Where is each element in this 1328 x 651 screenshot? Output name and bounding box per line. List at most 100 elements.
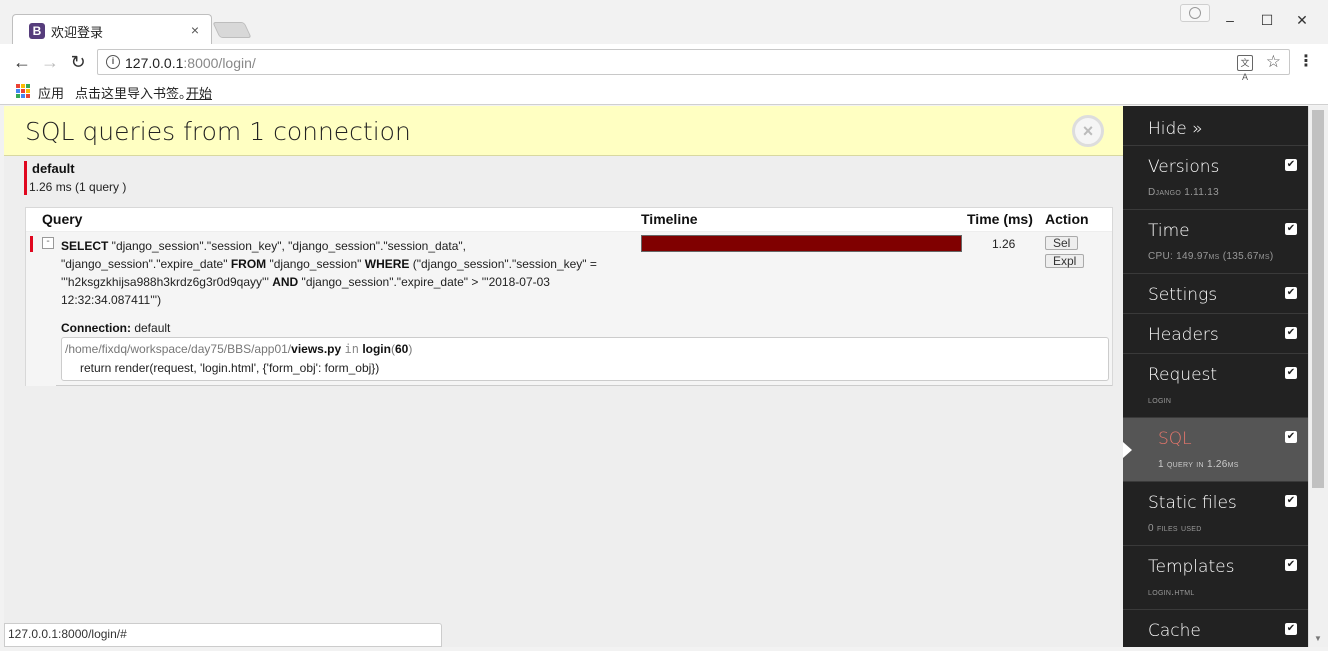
window-close-icon[interactable]: ✕ (1292, 10, 1312, 30)
import-start-link[interactable]: 开始 (186, 83, 212, 102)
table-row: - SELECT "django_session"."session_key",… (26, 232, 1112, 386)
panel-link-templates[interactable]: Templates login.html ✔ (1123, 546, 1308, 610)
panel-link-title: Time (1148, 221, 1190, 241)
panel-link-title: Settings (1148, 285, 1218, 305)
connection-alias: default (32, 161, 75, 176)
bookmark-star-icon[interactable]: ☆ (1266, 52, 1281, 72)
connection-label-key: Connection: (61, 321, 131, 335)
address-bar[interactable]: i 127.0.0.1:8000/login/ 文A ☆ (97, 49, 1290, 82)
sql-query-text[interactable]: SELECT "django_session"."session_key", "… (61, 237, 631, 309)
browser-menu-icon[interactable]: ⋮ (1298, 52, 1314, 72)
scrollbar-thumb[interactable] (1312, 110, 1324, 488)
panel-header: SQL queries from 1 connection × (4, 106, 1123, 156)
page-scrollbar[interactable]: ▼ (1308, 106, 1328, 647)
panel-link-cache[interactable]: Cache ✔ (1123, 610, 1308, 647)
profile-button[interactable] (1180, 4, 1210, 22)
column-time: Time (ms) (967, 211, 1033, 227)
sql-keyword: FROM (230, 257, 267, 271)
maximize-icon[interactable]: ☐ (1257, 10, 1277, 30)
import-bookmarks-text: 点击这里导入书签。 (75, 87, 193, 102)
panel-link-title: Headers (1148, 325, 1219, 345)
connection-stats: 1.26 ms (1 query ) (29, 180, 127, 194)
column-timeline: Timeline (641, 211, 698, 227)
panel-link-subtitle: CPU: 149.97ms (135.67ms) (1148, 251, 1274, 262)
status-bar-url: 127.0.0.1:8000/login/# (4, 623, 442, 647)
row-divider (56, 385, 1112, 386)
panel-link-title: SQL (1158, 429, 1192, 449)
browser-toolbar: ← → ↻ i 127.0.0.1:8000/login/ 文A ☆ ⋮ (0, 44, 1328, 82)
back-arrow-icon[interactable]: ← (10, 50, 34, 74)
stack-func: login (362, 342, 391, 356)
column-query: Query (42, 211, 83, 227)
profile-icon (1189, 7, 1201, 19)
panel-link-title: Request (1148, 365, 1218, 385)
sql-keyword: WHERE (364, 257, 410, 271)
toggle-details-button[interactable]: - (42, 237, 54, 249)
sql-fragment: "django_session" (266, 257, 365, 271)
panel-link-headers[interactable]: Headers ✔ (1123, 314, 1308, 354)
info-icon[interactable]: i (106, 55, 120, 69)
panel-link-subtitle: login.html (1148, 587, 1195, 598)
hide-toolbar-button[interactable]: Hide » (1123, 106, 1308, 146)
connection-label: Connection: default (61, 321, 170, 335)
checkbox-icon[interactable]: ✔ (1285, 431, 1297, 443)
select-button[interactable]: Sel (1045, 236, 1079, 250)
checkbox-icon[interactable]: ✔ (1285, 327, 1297, 339)
stack-in: in (344, 342, 359, 356)
checkbox-icon[interactable]: ✔ (1285, 287, 1297, 299)
panel-title: SQL queries from 1 connection (25, 117, 411, 146)
tab-title: 欢迎登录 (51, 26, 104, 41)
debug-panel-content: SQL queries from 1 connection × default … (4, 106, 1123, 647)
url-host: 127.0.0.1 (125, 55, 184, 71)
panel-link-title: Versions (1148, 157, 1220, 177)
active-panel-arrow-icon (1123, 442, 1132, 458)
stack-path: /home/fixdq/workspace/day75/BBS/app01/ (65, 342, 292, 356)
panel-link-versions[interactable]: Versions Django 1.11.13 ✔ (1123, 146, 1308, 210)
connection-label-value: default (131, 321, 171, 335)
connection-summary: default 1.26 ms (1 query ) (24, 161, 126, 195)
scroll-down-arrow-icon[interactable]: ▼ (1314, 634, 1322, 643)
explain-button[interactable]: Expl (1045, 254, 1085, 268)
forward-arrow-icon[interactable]: → (38, 50, 62, 74)
checkbox-icon[interactable]: ✔ (1285, 367, 1297, 379)
stacktrace-frame: /home/fixdq/workspace/day75/BBS/app01/vi… (65, 342, 412, 356)
stack-paren-close: ) (408, 342, 413, 356)
table-header: Query Timeline Time (ms) Action (26, 208, 1112, 232)
panel-link-subtitle: 0 files used (1148, 523, 1202, 534)
minimize-icon[interactable]: – (1220, 10, 1240, 30)
new-tab-button[interactable] (212, 22, 252, 38)
panel-link-subtitle: login (1148, 395, 1172, 406)
checkbox-icon[interactable]: ✔ (1285, 159, 1297, 171)
connection-color-marker (30, 236, 33, 252)
panel-link-title: Cache (1148, 621, 1201, 641)
stack-line: 60 (394, 342, 409, 356)
checkbox-icon[interactable]: ✔ (1285, 623, 1297, 635)
panel-link-time[interactable]: Time CPU: 149.97ms (135.67ms) ✔ (1123, 210, 1308, 274)
column-action: Action (1045, 211, 1089, 227)
reload-icon[interactable]: ↻ (66, 50, 90, 74)
checkbox-icon[interactable]: ✔ (1285, 223, 1297, 235)
debug-toolbar-sidebar: Hide » Versions Django 1.11.13 ✔ Time CP… (1123, 106, 1308, 647)
panel-link-sql[interactable]: SQL 1 query in 1.26ms ✔ (1123, 418, 1308, 482)
hide-label: Hide » (1148, 119, 1203, 139)
apps-grid-icon[interactable] (16, 84, 30, 98)
sql-queries-table: Query Timeline Time (ms) Action - SELECT… (25, 207, 1113, 386)
sql-keyword: SELECT (61, 239, 109, 253)
panel-close-icon[interactable]: × (1072, 115, 1104, 147)
panel-link-request[interactable]: Request login ✔ (1123, 354, 1308, 418)
checkbox-icon[interactable]: ✔ (1285, 559, 1297, 571)
tab-close-icon[interactable]: × (191, 22, 199, 38)
tab-strip: B 欢迎登录 × – ☐ ✕ (0, 0, 1328, 45)
panel-link-subtitle: 1 query in 1.26ms (1158, 459, 1239, 470)
apps-link[interactable]: 应用 (38, 83, 64, 102)
panel-link-settings[interactable]: Settings ✔ (1123, 274, 1308, 314)
browser-tab[interactable]: B 欢迎登录 × (12, 14, 212, 45)
url-path: :8000/login/ (183, 55, 256, 71)
timeline-bar (641, 235, 962, 252)
bookmarks-bar: 应用 点击这里导入书签。 开始 (0, 80, 1328, 105)
panel-link-static-files[interactable]: Static files 0 files used ✔ (1123, 482, 1308, 546)
translate-icon[interactable]: 文A (1237, 55, 1253, 82)
panel-link-title: Static files (1148, 493, 1237, 513)
stacktrace-code: return render(request, 'login.html', {'f… (80, 361, 380, 375)
checkbox-icon[interactable]: ✔ (1285, 495, 1297, 507)
